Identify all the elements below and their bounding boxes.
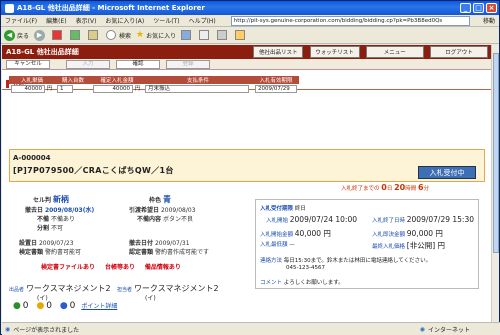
menu-file[interactable]: ファイル(F) bbox=[5, 16, 37, 25]
address-bar[interactable]: http://pit-sys.genuine-corporation.com/b… bbox=[230, 15, 470, 26]
scroll-thumb[interactable] bbox=[493, 53, 499, 253]
menu-bar: ファイル(F) 編集(E) 表示(V) お気に入り(A) ツール(T) ヘルプ(… bbox=[1, 15, 499, 27]
page-scrollbar[interactable] bbox=[491, 45, 499, 322]
home-icon bbox=[88, 30, 99, 40]
star-icon: ★ bbox=[136, 30, 145, 40]
bid-table: 入札単価 購入台数 確定入札金額 支払条件 入札有効期限 40000 円 1 4… bbox=[9, 76, 299, 93]
refresh-icon bbox=[70, 30, 81, 40]
zone-text: インターネット bbox=[427, 326, 470, 334]
search-button[interactable]: 検索 bbox=[106, 30, 131, 40]
history-icon bbox=[181, 30, 192, 40]
expiry-input[interactable]: 2009/07/29 bbox=[255, 84, 297, 93]
refresh-button[interactable] bbox=[70, 30, 83, 40]
menu-view[interactable]: 表示(V) bbox=[76, 16, 97, 25]
remaining-time: 入札終了までの 0日 20時間 6分 bbox=[341, 183, 430, 192]
nav-logout-button[interactable]: ログアウト bbox=[430, 46, 488, 58]
bad-icon: ● bbox=[59, 301, 68, 311]
item-code: A-000004 bbox=[13, 154, 51, 162]
search-icon bbox=[106, 30, 117, 40]
payment-select[interactable]: 月末振込 bbox=[145, 84, 249, 93]
app-header: A18-GL 他社出品詳細 他社出品リスト ウォッチリスト メニュー ログアウト bbox=[2, 45, 492, 59]
col-unit-price: 入札単価 bbox=[9, 76, 55, 84]
status-text: ページが表示されました bbox=[13, 326, 80, 334]
bid-info-panel: 入札受付期限 終日 入札開始 2009/07/24 10:00 入札終了日時 2… bbox=[255, 199, 479, 289]
total-yen: 円 bbox=[134, 86, 141, 92]
menu-favorites[interactable]: お気に入り(A) bbox=[105, 16, 144, 25]
print-icon bbox=[217, 30, 228, 40]
total-field: 40000 bbox=[93, 85, 133, 93]
ledger-link[interactable]: 台帳等あり bbox=[105, 264, 135, 271]
menu-edit[interactable]: 編集(E) bbox=[46, 16, 66, 25]
nav-other-list-button[interactable]: 他社出品リスト bbox=[253, 46, 304, 58]
go-button[interactable]: 移動 bbox=[483, 16, 495, 25]
internet-zone-icon: ◉ bbox=[419, 325, 425, 333]
app-title: A18-GL 他社出品詳細 bbox=[6, 48, 79, 56]
remaining-hours: 20 bbox=[394, 183, 406, 192]
history-button[interactable] bbox=[181, 30, 194, 40]
menu-tools[interactable]: ツール(T) bbox=[153, 16, 179, 25]
points-link[interactable]: ポイント詳細 bbox=[81, 303, 117, 310]
score-row: ● 0 ● 0 ● 0 ポイント詳細 bbox=[13, 301, 118, 311]
nav-watchlist-button[interactable]: ウォッチリスト bbox=[309, 46, 360, 58]
close-button[interactable]: × bbox=[486, 3, 497, 13]
minimize-button[interactable]: _ bbox=[460, 3, 471, 13]
mail-icon bbox=[199, 30, 210, 40]
folder-button[interactable] bbox=[235, 30, 248, 40]
ie-icon bbox=[5, 3, 14, 13]
input-button[interactable]: 入力 bbox=[66, 59, 110, 69]
unit-price-input[interactable]: 40000 bbox=[11, 85, 45, 93]
forward-arrow-icon: ▶ bbox=[34, 29, 46, 41]
item-panel: A-000004 [P]7P079500／CRAこくぱちQW／1台 入札受付中 bbox=[9, 149, 485, 182]
good-icon: ● bbox=[13, 301, 21, 311]
back-button[interactable]: ◀ 戻る bbox=[4, 29, 29, 41]
item-name: [P]7P079500／CRAこくぱちQW／1台 bbox=[13, 166, 174, 175]
col-total: 確定入札金額 bbox=[91, 76, 143, 84]
back-arrow-icon: ◀ bbox=[4, 29, 15, 41]
action-bar: キャンセル 入力 確認 登録 bbox=[2, 59, 492, 70]
equipment-link[interactable]: 備品情報あり bbox=[145, 264, 181, 271]
favorites-button[interactable]: ★ お気に入り bbox=[136, 30, 176, 40]
print-button[interactable] bbox=[217, 30, 230, 40]
maximize-button[interactable]: □ bbox=[473, 3, 484, 13]
unit-yen: 円 bbox=[46, 86, 53, 92]
title-bar: A18-GL 他社出品詳細 - Microsoft Internet Explo… bbox=[1, 1, 499, 15]
cancel-button[interactable]: キャンセル bbox=[6, 59, 50, 69]
window-title: A18-GL 他社出品詳細 - Microsoft Internet Explo… bbox=[17, 4, 205, 12]
folder-icon bbox=[235, 30, 246, 40]
neutral-icon: ● bbox=[36, 301, 45, 311]
page-done-icon: ◉ bbox=[5, 325, 11, 333]
nav-buttons: 他社出品リスト ウォッチリスト メニュー ログアウト bbox=[249, 46, 488, 58]
menu-help[interactable]: ヘルプ(H) bbox=[189, 16, 216, 25]
browser-toolbar: ◀ 戻る ▶ 検索 ★ お気に入り bbox=[1, 27, 499, 44]
nav-menu-button[interactable]: メニュー bbox=[365, 46, 424, 58]
col-payment: 支払条件 bbox=[143, 76, 253, 84]
forward-button[interactable]: ▶ bbox=[34, 29, 47, 41]
col-quantity: 購入台数 bbox=[55, 76, 91, 84]
col-expiry: 入札有効期限 bbox=[253, 76, 299, 84]
home-button[interactable] bbox=[88, 30, 101, 40]
confirm-button[interactable]: 確認 bbox=[116, 59, 160, 69]
stop-icon bbox=[52, 30, 63, 40]
stop-button[interactable] bbox=[52, 30, 65, 40]
inspection-file-link[interactable]: 検定書ファイルあり bbox=[41, 264, 95, 271]
status-badge: 入札受付中 bbox=[418, 166, 476, 179]
browser-window: A18-GL 他社出品詳細 - Microsoft Internet Explo… bbox=[0, 0, 500, 335]
mail-button[interactable] bbox=[199, 30, 212, 40]
register-button[interactable]: 登録 bbox=[166, 59, 210, 69]
status-bar: ◉ ページが表示されました ◉ インターネット bbox=[2, 322, 500, 335]
quantity-input[interactable]: 1 bbox=[57, 84, 73, 93]
